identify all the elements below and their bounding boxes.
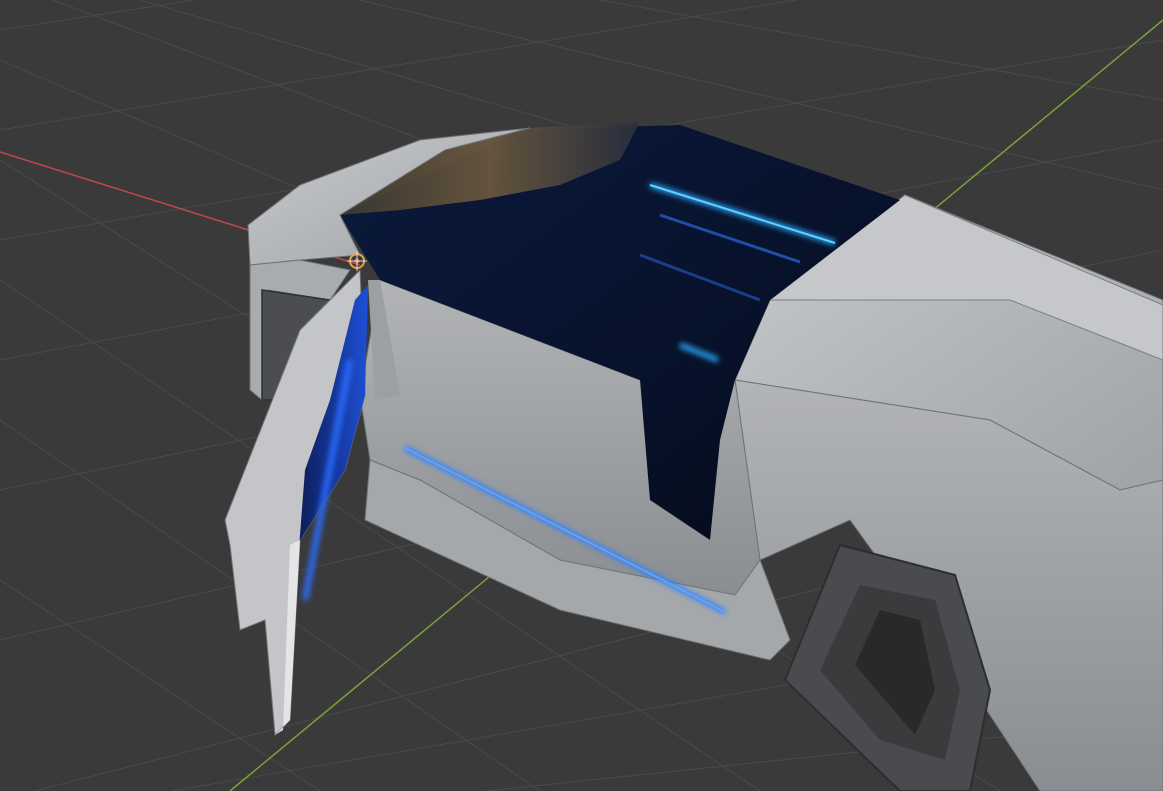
- vehicle-model[interactable]: [224, 122, 1163, 791]
- viewport-canvas[interactable]: [0, 0, 1163, 791]
- open-door[interactable]: [224, 268, 368, 737]
- 3d-viewport[interactable]: [0, 0, 1163, 791]
